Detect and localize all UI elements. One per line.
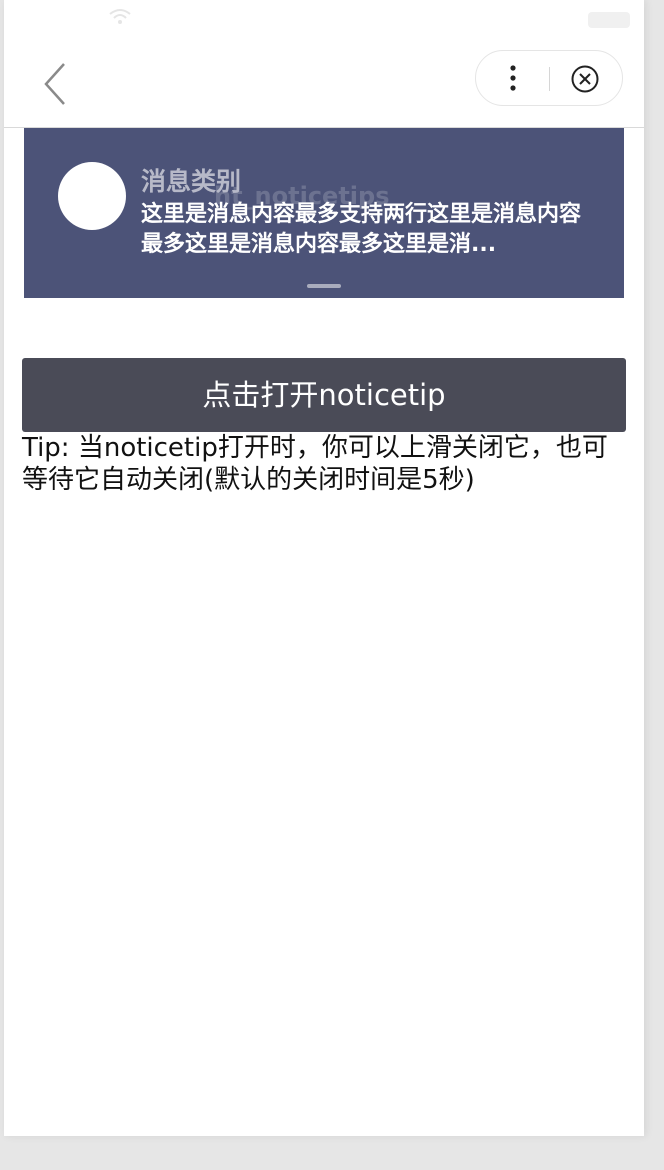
wifi-icon [109,9,131,24]
battery-icon [588,12,630,28]
status-bar [4,0,644,36]
notice-category: 消息类别 [141,167,242,196]
open-noticetip-button[interactable]: 点击打开noticetip [22,358,626,432]
close-circle-icon[interactable] [570,64,600,94]
notice-avatar [58,162,126,230]
back-icon[interactable] [34,60,74,108]
phone-screen: ht_noticetips 消息类别 这里是消息内容最多支持两行这里是消息内容最… [4,0,644,1136]
capsule-menu [475,50,623,106]
notice-tip[interactable]: ht_noticetips 消息类别 这里是消息内容最多支持两行这里是消息内容最… [24,128,624,298]
tip-text: Tip: 当noticetip打开时，你可以上滑关闭它，也可等待它自动关闭(默认… [22,433,608,495]
capsule-divider [549,67,550,91]
navigation-bar [4,36,644,128]
notice-drag-handle[interactable] [307,284,341,288]
more-vertical-icon[interactable] [498,61,528,95]
notice-content: 这里是消息内容最多支持两行这里是消息内容最多这里是消息内容最多这里是消... [141,202,582,257]
